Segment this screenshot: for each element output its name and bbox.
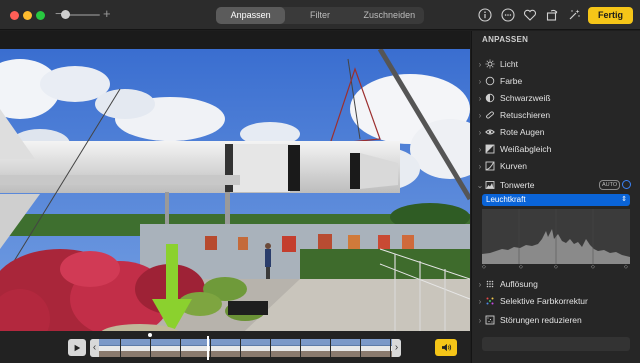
chevron-right-icon[interactable]: › [475, 128, 485, 137]
filmstrip-playhead[interactable] [207, 336, 209, 360]
video-controls: ‹ › [0, 331, 470, 363]
chevron-right-icon[interactable]: › [475, 297, 485, 306]
chevron-right-icon[interactable]: › [475, 145, 485, 154]
photo-viewer [0, 31, 470, 363]
chevron-right-icon[interactable]: › [475, 94, 485, 103]
shadows-handle[interactable]: ◇ [519, 264, 523, 270]
noise-icon [485, 315, 495, 325]
rotate-icon[interactable] [545, 8, 559, 22]
bandage-icon [485, 110, 495, 120]
highlights-handle[interactable]: ◇ [591, 264, 595, 270]
magic-wand-icon[interactable] [567, 8, 581, 22]
close-window-button[interactable] [10, 11, 19, 20]
video-frame[interactable] [0, 49, 470, 345]
zoom-slider-knob[interactable] [61, 10, 70, 19]
tab-anpassen[interactable]: Anpassen [216, 7, 286, 24]
edit-mode-tabs: Anpassen Filter Zuschneiden [216, 7, 424, 24]
speaker-icon [441, 339, 452, 357]
channel-value: Leuchtkraft [486, 195, 526, 204]
sidebar-title: ANPASSEN [482, 35, 529, 44]
chevron-right-icon[interactable]: › [475, 280, 485, 289]
sidebar-item-kurven[interactable]: › Kurven [472, 158, 640, 174]
chevron-right-icon[interactable]: › [475, 111, 485, 120]
tab-filter[interactable]: Filter [285, 7, 354, 24]
sidebar-item-aufloesung[interactable]: › Auflösung [472, 276, 640, 292]
half-circle-icon [485, 93, 495, 103]
sidebar-item-label: Selektive Farbkorrektur [500, 296, 588, 306]
sidebar-item-selektive-farbkorrektur[interactable]: › Selektive Farbkorrektur [472, 293, 640, 309]
filmstrip[interactable] [90, 339, 401, 357]
chevron-updown-icon: ⇕ [621, 196, 627, 203]
info-icon[interactable] [478, 8, 492, 22]
sidebar-item-label: Rote Augen [500, 127, 545, 137]
adjust-sidebar: ANPASSEN › Licht › Farbe › Schwarzweiß ›… [471, 31, 640, 363]
eye-icon [485, 127, 495, 137]
trim-handle-left[interactable]: ‹ [90, 339, 99, 357]
sidebar-item-licht[interactable]: › Licht [472, 56, 640, 72]
tab-zuschneiden[interactable]: Zuschneiden [355, 7, 424, 24]
sidebar-item-label: Kurven [500, 161, 527, 171]
sound-button[interactable] [435, 339, 457, 356]
curves-icon [485, 161, 495, 171]
zoom-plus-label: + [103, 6, 111, 21]
chevron-down-icon[interactable]: ⌄ [475, 181, 485, 190]
play-button[interactable] [68, 339, 86, 356]
heart-icon[interactable] [523, 8, 537, 22]
auto-button[interactable]: AUTO [599, 180, 621, 190]
minimize-window-button[interactable] [23, 11, 32, 20]
black-point-handle[interactable]: ◇ [482, 264, 486, 270]
chevron-right-icon[interactable]: › [475, 162, 485, 171]
chevron-right-icon[interactable]: › [475, 316, 485, 325]
white-balance-icon [485, 144, 495, 154]
levels-channel-select[interactable]: Leuchtkraft ⇕ [482, 194, 630, 206]
sidebar-item-label: Tonwerte [500, 180, 535, 190]
sidebar-item-schwarzweiss[interactable]: › Schwarzweiß [472, 90, 640, 106]
chevron-right-icon[interactable]: › [475, 60, 485, 69]
color-dots-icon [485, 296, 495, 306]
levels-icon [485, 180, 495, 190]
sidebar-item-label: Störungen reduzieren [500, 315, 582, 325]
sidebar-item-label: Auflösung [500, 279, 538, 289]
sidebar-item-label: Licht [500, 59, 518, 69]
chevron-right-icon[interactable]: › [475, 77, 485, 86]
sidebar-item-stoerungen-reduzieren[interactable]: › Störungen reduzieren [472, 312, 640, 328]
sun-icon [485, 59, 495, 69]
reset-adjustments-button[interactable] [482, 337, 630, 351]
play-icon [73, 339, 81, 357]
sidebar-item-farbe[interactable]: › Farbe [472, 73, 640, 89]
trim-handle-right[interactable]: › [392, 339, 401, 357]
playhead-marker [148, 333, 152, 337]
done-button[interactable]: Fertig [588, 7, 633, 24]
dots-icon [485, 279, 495, 289]
sidebar-item-weissabgleich[interactable]: › Weißabgleich [472, 141, 640, 157]
sidebar-item-label: Retuschieren [500, 110, 551, 120]
levels-histogram[interactable] [482, 209, 630, 264]
levels-slider[interactable]: ◇ ◇ ◇ ◇ ◇ [482, 264, 630, 270]
fullscreen-window-button[interactable] [36, 11, 45, 20]
sidebar-item-label: Schwarzweiß [500, 93, 551, 103]
sidebar-item-retuschieren[interactable]: › Retuschieren [472, 107, 640, 123]
midtones-handle[interactable]: ◇ [554, 264, 558, 270]
enable-toggle[interactable] [622, 180, 631, 189]
sidebar-item-tonwerte[interactable]: ⌄ Tonwerte AUTO [472, 177, 640, 193]
sidebar-item-rote-augen[interactable]: › Rote Augen [472, 124, 640, 140]
emoji-icon[interactable] [501, 8, 515, 22]
white-point-handle[interactable]: ◇ [624, 264, 628, 270]
toolbar: − + Anpassen Filter Zuschneiden Fertig [0, 0, 640, 30]
sidebar-item-label: Farbe [500, 76, 523, 86]
circle-icon [485, 76, 495, 86]
sidebar-item-label: Weißabgleich [500, 144, 552, 154]
